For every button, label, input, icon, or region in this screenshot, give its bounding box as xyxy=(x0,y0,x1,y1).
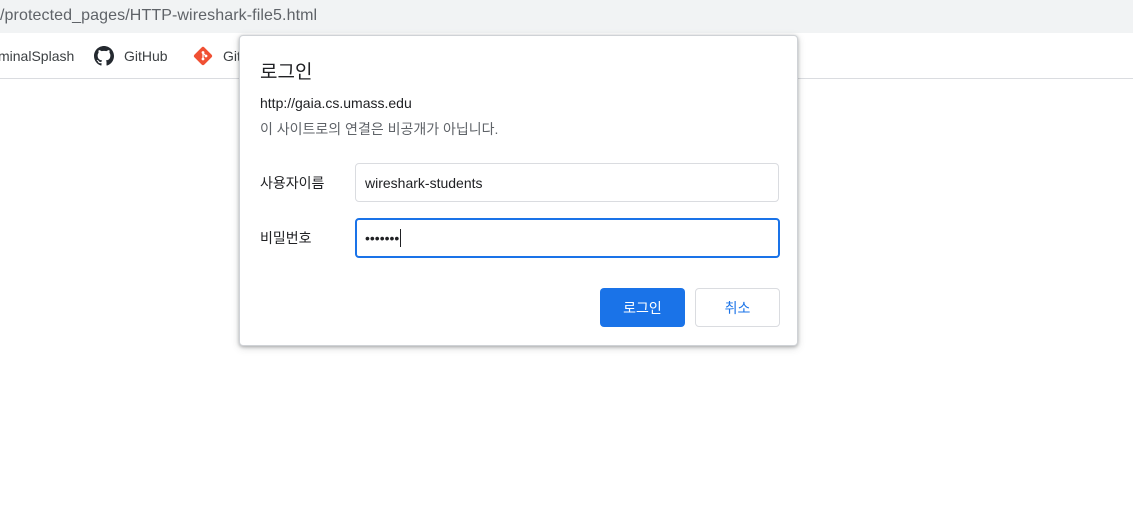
url-text[interactable]: /protected_pages/HTTP-wireshark-file5.ht… xyxy=(0,7,317,25)
username-input[interactable]: wireshark-students xyxy=(355,163,779,202)
bookmark-git[interactable]: Git xyxy=(193,45,241,67)
github-icon xyxy=(94,46,114,66)
password-input[interactable]: ••••••• xyxy=(355,218,780,258)
bookmark-github[interactable]: GitHub xyxy=(94,45,168,67)
git-icon xyxy=(193,46,213,66)
dialog-title: 로그인 xyxy=(260,62,313,83)
cancel-button[interactable]: 취소 xyxy=(695,288,780,327)
connection-warning: 이 사이트로의 연결은 비공개가 아닙니다. xyxy=(260,121,499,137)
text-caret xyxy=(400,229,402,247)
bookmark-terminalsplash[interactable]: minalSplash xyxy=(0,45,74,67)
address-bar[interactable]: /protected_pages/HTTP-wireshark-file5.ht… xyxy=(0,0,1133,33)
login-button[interactable]: 로그인 xyxy=(600,288,685,327)
bookmark-label: GitHub xyxy=(124,48,168,64)
password-value: ••••••• xyxy=(365,230,400,246)
username-value: wireshark-students xyxy=(365,174,483,191)
bookmark-label: minalSplash xyxy=(0,48,75,64)
password-label: 비밀번호 xyxy=(260,230,312,246)
login-dialog: 로그인 http://gaia.cs.umass.edu 이 사이트로의 연결은… xyxy=(239,35,798,346)
dialog-host: http://gaia.cs.umass.edu xyxy=(260,95,412,111)
username-label: 사용자이름 xyxy=(260,175,325,191)
